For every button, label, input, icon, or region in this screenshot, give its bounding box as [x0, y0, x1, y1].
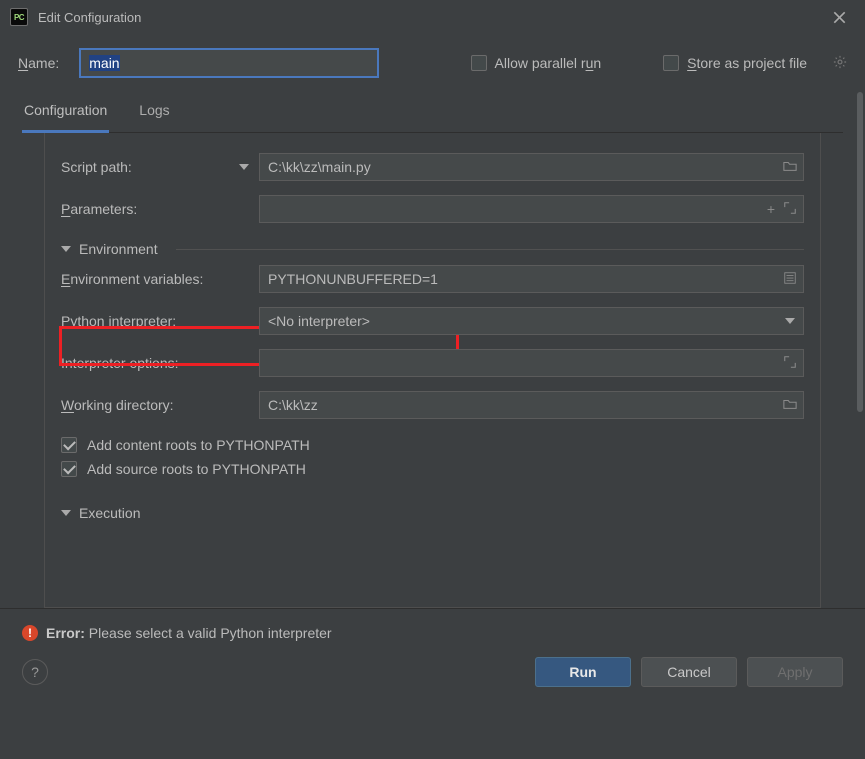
- help-button[interactable]: ?: [22, 659, 48, 685]
- gear-icon[interactable]: [833, 55, 847, 72]
- content-roots-label: Add content roots to PYTHONPATH: [87, 437, 310, 453]
- tab-configuration[interactable]: Configuration: [22, 92, 109, 133]
- store-as-project-label: Store as project file: [687, 55, 807, 71]
- button-bar: ? Run Cancel Apply: [0, 641, 865, 705]
- execution-section[interactable]: Execution: [61, 505, 804, 521]
- expand-icon[interactable]: [783, 201, 797, 218]
- plus-icon[interactable]: +: [767, 201, 775, 218]
- run-button[interactable]: Run: [535, 657, 631, 687]
- source-roots-checkbox[interactable]: Add source roots to PYTHONPATH: [61, 461, 804, 477]
- source-roots-label: Add source roots to PYTHONPATH: [87, 461, 306, 477]
- script-path-field[interactable]: C:\kk\zz\main.py: [259, 153, 804, 181]
- interpreter-dropdown[interactable]: <No interpreter>: [259, 307, 804, 335]
- folder-icon[interactable]: [783, 397, 797, 414]
- config-panel: Script path: C:\kk\zz\main.py Parameters…: [44, 133, 821, 608]
- store-as-project-checkbox[interactable]: Store as project file: [663, 55, 807, 71]
- name-label: Name:: [18, 55, 59, 71]
- tab-logs[interactable]: Logs: [137, 92, 171, 132]
- chevron-down-icon: [785, 318, 795, 324]
- parameters-field[interactable]: +: [259, 195, 804, 223]
- chevron-down-icon: [61, 510, 71, 516]
- name-input[interactable]: [79, 48, 379, 78]
- scrollbar[interactable]: [857, 92, 863, 412]
- chevron-down-icon: [61, 246, 71, 252]
- error-icon: !: [22, 625, 38, 641]
- interpreter-label: Python interpreter:: [61, 313, 259, 329]
- content-roots-checkbox[interactable]: Add content roots to PYTHONPATH: [61, 437, 804, 453]
- environment-section[interactable]: Environment: [61, 241, 804, 257]
- error-text: Error: Please select a valid Python inte…: [46, 625, 332, 641]
- interpreter-options-field[interactable]: [259, 349, 804, 377]
- cancel-button[interactable]: Cancel: [641, 657, 737, 687]
- list-icon[interactable]: [783, 271, 797, 288]
- name-row: Name: Allow parallel run Store as projec…: [0, 34, 865, 92]
- error-bar: ! Error: Please select a valid Python in…: [0, 608, 865, 641]
- titlebar: Edit Configuration: [0, 0, 865, 34]
- script-path-label: Script path:: [61, 159, 259, 175]
- apply-button: Apply: [747, 657, 843, 687]
- working-dir-label: Working directory:: [61, 397, 259, 413]
- chevron-down-icon[interactable]: [239, 164, 249, 170]
- interpreter-options-label: Interpreter options:: [61, 355, 259, 371]
- env-vars-field[interactable]: PYTHONUNBUFFERED=1: [259, 265, 804, 293]
- allow-parallel-label: Allow parallel run: [495, 55, 602, 71]
- parameters-label: Parameters:: [61, 201, 259, 217]
- working-dir-field[interactable]: C:\kk\zz: [259, 391, 804, 419]
- env-vars-label: Environment variables:: [61, 271, 259, 287]
- allow-parallel-checkbox[interactable]: Allow parallel run: [471, 55, 602, 71]
- folder-icon[interactable]: [783, 159, 797, 176]
- close-icon[interactable]: [823, 1, 855, 33]
- expand-icon[interactable]: [783, 355, 797, 372]
- tabs: Configuration Logs: [22, 92, 843, 133]
- app-icon: [10, 8, 28, 26]
- window-title: Edit Configuration: [38, 10, 141, 25]
